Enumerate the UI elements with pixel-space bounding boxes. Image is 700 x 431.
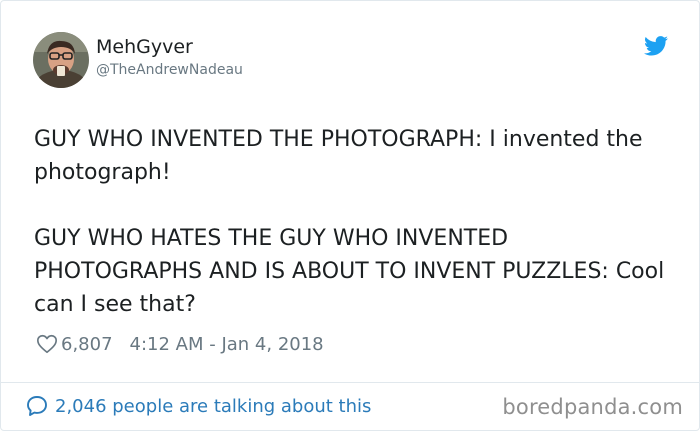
watermark: boredpanda.com bbox=[502, 395, 683, 419]
tweet-text: GUY WHO INVENTED THE PHOTOGRAPH: I inven… bbox=[34, 127, 665, 317]
twitter-bird-icon[interactable] bbox=[644, 35, 668, 57]
tweet-timestamp[interactable]: 4:12 AM - Jan 4, 2018 bbox=[130, 334, 324, 355]
avatar[interactable] bbox=[33, 32, 89, 88]
display-name[interactable]: MehGyver bbox=[96, 36, 193, 58]
heart-outline-icon[interactable] bbox=[36, 333, 58, 355]
like-count[interactable]: 6,807 bbox=[61, 334, 113, 355]
speech-bubble-icon bbox=[25, 394, 49, 418]
user-handle[interactable]: @TheAndrewNadeau bbox=[96, 62, 243, 78]
avatar-image bbox=[33, 32, 89, 88]
tweet-meta: 6,807 4:12 AM - Jan 4, 2018 bbox=[36, 331, 324, 357]
divider bbox=[1, 382, 699, 383]
conversation-link[interactable]: 2,046 people are talking about this bbox=[25, 394, 371, 418]
talking-count-text: 2,046 people are talking about this bbox=[55, 395, 372, 417]
tweet-card: MehGyver @TheAndrewNadeau GUY WHO INVENT… bbox=[0, 0, 700, 431]
